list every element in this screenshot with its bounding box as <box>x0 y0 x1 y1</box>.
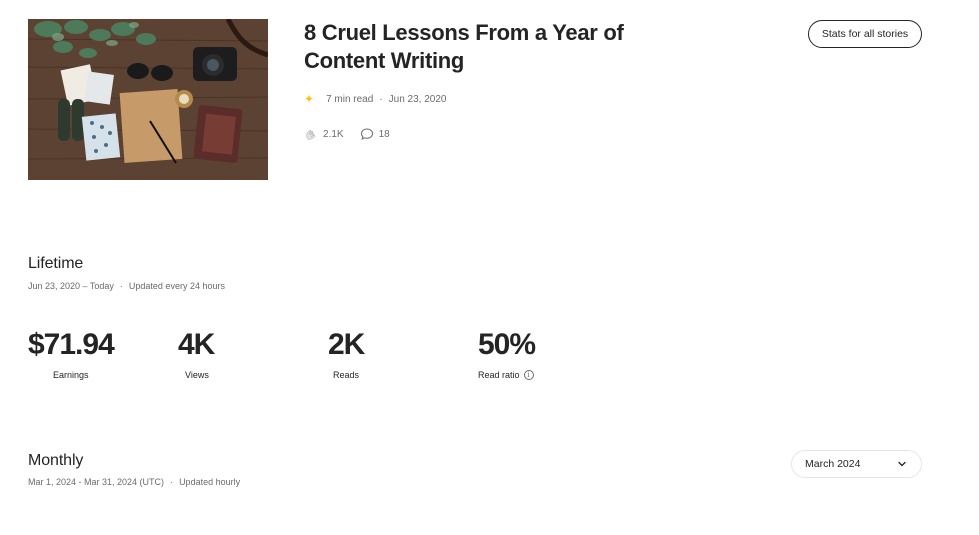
lifetime-updated: Updated every 24 hours <box>128 281 225 291</box>
stat-earnings: $71.94 Earnings <box>28 328 115 380</box>
read-time: 7 min read <box>326 93 374 105</box>
story-engagement: 2.1K 18 <box>304 126 406 142</box>
stat-label-text: Earnings <box>53 370 89 380</box>
claps-value: 2.1K <box>323 128 344 140</box>
stat-value: 50% <box>478 328 536 361</box>
stat-value: 4K <box>178 328 215 361</box>
publish-date: Jun 23, 2020 <box>388 93 447 105</box>
story-title[interactable]: 8 Cruel Lessons From a Year of Content W… <box>304 19 684 75</box>
claps-count: 2.1K <box>304 127 344 141</box>
monthly-title: Monthly <box>28 452 84 469</box>
monthly-range: Mar 1, 2024 - Mar 31, 2024 (UTC) <box>28 477 165 487</box>
separator-dot: · <box>379 93 383 105</box>
month-select-value: March 2024 <box>805 458 861 470</box>
stat-label: Earnings <box>53 370 89 380</box>
stat-label: Read ratio i <box>478 370 534 380</box>
stat-label-text: Reads <box>333 370 360 380</box>
stat-label-text: Read ratio <box>478 370 520 380</box>
stat-label: Views <box>185 370 209 380</box>
star-icon: ✦ <box>304 92 315 106</box>
stat-label: Reads <box>333 370 359 380</box>
separator-dot: · <box>119 281 123 291</box>
clap-icon <box>306 129 316 140</box>
stat-read-ratio: 50% Read ratio i <box>478 328 536 380</box>
story-thumbnail[interactable] <box>28 19 268 180</box>
responses-value: 18 <box>378 128 390 140</box>
stat-reads: 2K Reads <box>328 328 365 380</box>
info-icon[interactable]: i <box>523 370 534 380</box>
chevron-down-icon <box>898 461 906 467</box>
stat-views: 4K Views <box>178 328 215 380</box>
stat-label-text: Views <box>185 370 209 380</box>
monthly-updated: Updated hourly <box>179 477 241 487</box>
lifetime-range: Jun 23, 2020 – Today <box>28 281 114 291</box>
comment-icon <box>360 128 373 140</box>
story-meta: ✦ 7 min read · Jun 23, 2020 <box>304 92 446 106</box>
month-select[interactable]: March 2024 <box>791 450 922 478</box>
desk-flatlay-image <box>28 19 268 180</box>
stat-value: $71.94 <box>28 328 115 361</box>
stat-value: 2K <box>328 328 365 361</box>
separator-dot: · <box>170 477 174 487</box>
lifetime-subtitle: Jun 23, 2020 – Today · Updated every 24 … <box>28 281 225 291</box>
stats-all-stories-button[interactable]: Stats for all stories <box>808 20 922 48</box>
monthly-subtitle: Mar 1, 2024 - Mar 31, 2024 (UTC) · Updat… <box>28 477 240 487</box>
responses-count[interactable]: 18 <box>360 127 390 141</box>
story-stats-page: 8 Cruel Lessons From a Year of Content W… <box>0 0 979 535</box>
lifetime-title: Lifetime <box>28 255 84 272</box>
